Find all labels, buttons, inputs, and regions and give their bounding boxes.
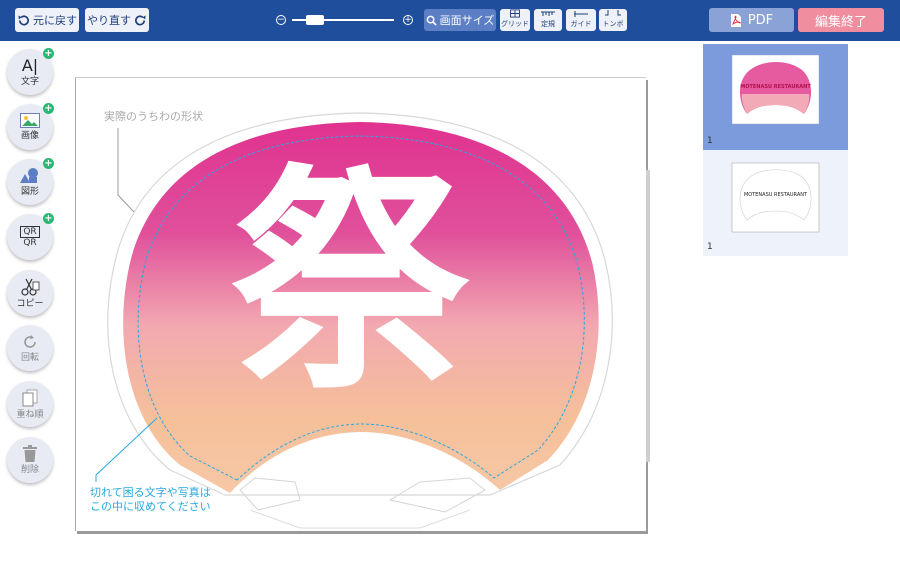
add-shape-label: 図形 [20,186,39,197]
main-kanji-text[interactable]: 祭 [220,148,480,418]
text-icon: A| [21,55,39,75]
tombo-button[interactable]: トンボ [599,9,627,31]
guide-icon [574,11,588,17]
redo-button[interactable]: やり直す [85,8,149,32]
plus-icon: + [43,103,54,114]
shape-icon [20,167,38,183]
layer-order-button[interactable]: 重ね順 [7,381,53,427]
thumbnail-front-title: MOTENASU RESTAURANT [740,84,811,90]
thumbnail-back-title: MOTENASU RESTAURANT [743,192,808,198]
scissors-icon [21,278,40,296]
grid-label: グリッド [501,20,529,28]
pdf-button[interactable]: PDF [709,8,794,32]
ruler-icon [541,11,555,16]
crop-marks-icon [605,10,621,16]
add-image-label: 画像 [20,131,39,141]
layer-order-icon [22,389,38,406]
image-icon [20,113,40,128]
pdf-file-icon [730,13,741,27]
shape-note: 実際のうちわの形状 [104,110,203,123]
finish-editing-button[interactable]: 編集終了 [798,8,884,32]
screen-size-label: 画面サイズ [439,14,495,27]
layer-order-label: 重ね順 [16,409,44,420]
screen-size-button[interactable]: 画面サイズ [424,9,496,31]
undo-label: 元に戻す [33,14,77,27]
add-qr-label: QR [23,238,37,248]
page-thumbnail-back[interactable]: MOTENASU RESTAURANT 1 [703,150,848,256]
rotate-icon [24,334,36,348]
delete-label: 削除 [20,465,39,475]
plus-icon: + [43,158,54,169]
magnifier-icon [426,15,437,26]
thumbnail-back-preview [731,162,820,233]
page-number: 1 [707,136,713,146]
undo-button[interactable]: 元に戻す [15,8,79,32]
redo-label: やり直す [87,14,131,27]
guide-label: ガイド [570,20,592,28]
guide-button[interactable]: ガイド [566,9,596,31]
trash-icon [23,445,37,462]
undo-icon [18,14,29,25]
plus-icon: + [43,48,54,59]
zoom-slider-handle[interactable] [306,15,324,25]
ruler-button[interactable]: 定規 [534,9,562,31]
plus-icon: + [43,213,54,224]
add-shape-button[interactable]: 図形 + [7,158,54,205]
grid-button[interactable]: グリッド [500,9,530,31]
page-number: 1 [707,242,713,252]
thumbnail-front-preview [731,54,820,125]
qr-icon: QR [20,226,40,238]
cut-note-line1: 切れて困る文字や写真は [90,486,211,499]
cut-note-line2: この中に収めてください [90,500,211,513]
add-text-label: 文字 [20,76,39,87]
grid-icon [510,9,520,18]
add-image-button[interactable]: 画像 + [7,103,54,150]
canvas-scrollbar[interactable] [646,170,650,462]
rotate-label: 回転 [20,352,39,363]
rotate-button[interactable]: 回転 [7,325,53,371]
add-text-button[interactable]: A| 文字 + [7,48,54,95]
delete-button[interactable]: 削除 [7,437,53,483]
page-thumbnail-front[interactable]: MOTENASU RESTAURANT 1 [703,44,848,150]
cut-area-note: 切れて困る文字や写真は この中に収めてください [90,486,211,514]
copy-button[interactable]: コピー [7,270,53,316]
redo-icon [135,14,146,25]
zoom-out-button[interactable]: − [276,15,286,25]
tombo-label: トンボ [602,20,624,28]
copy-label: コピー [16,298,44,309]
add-qr-button[interactable]: QR QR + [7,213,54,260]
zoom-in-button[interactable]: + [403,15,413,25]
pdf-label: PDF [747,12,774,28]
ruler-label: 定規 [541,20,555,28]
